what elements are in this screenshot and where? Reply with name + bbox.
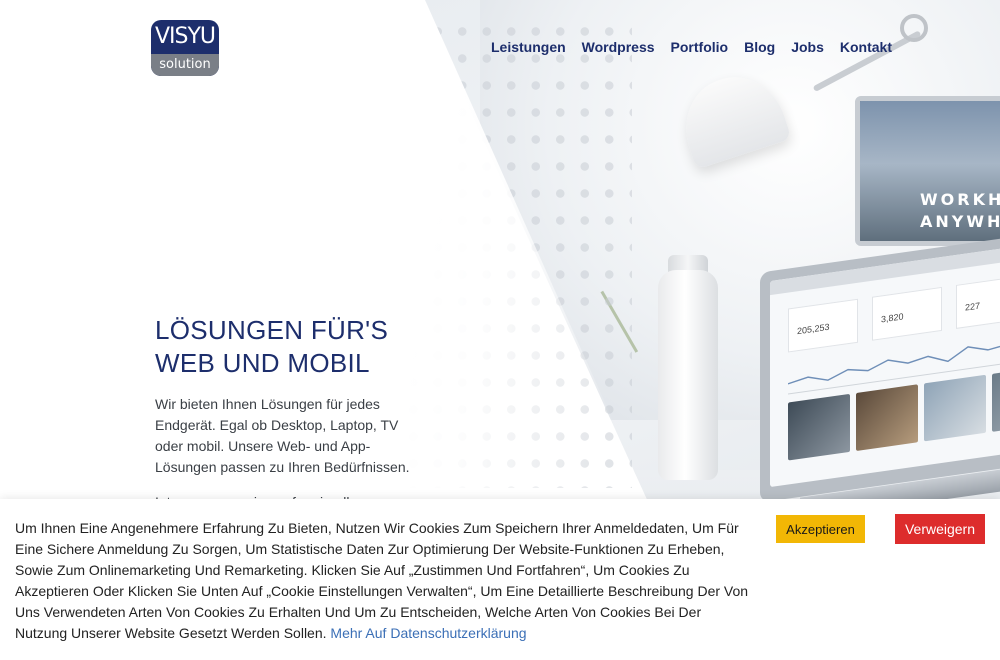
hero-paragraph: Wir bieten Ihnen Lösungen für jedes Endg… (155, 396, 410, 475)
laptop-screen: 205,253 3,820 227 (770, 238, 1000, 488)
laptop-thumbnail (788, 393, 850, 461)
laptop-stat-value: 205,253 (797, 321, 830, 337)
monitor-text-line2: ANYWH (920, 212, 1000, 231)
water-bottle (658, 270, 718, 480)
laptop-stat-card: 205,253 (788, 298, 858, 353)
laptop-thumbnail (992, 365, 1000, 432)
nav-item-wordpress[interactable]: Wordpress (582, 39, 655, 55)
nav-item-portfolio[interactable]: Portfolio (671, 39, 729, 55)
monitor-text: WORKH ANYWH (920, 189, 1000, 233)
hero-title-line1: LÖSUNGEN FÜR'S (155, 315, 389, 345)
main-nav: Leistungen Wordpress Portfolio Blog Jobs… (491, 39, 892, 55)
lamp-clip (900, 14, 928, 42)
laptop-stat-card: 3,820 (872, 286, 942, 341)
cookie-text: Um Ihnen Eine Angenehmere Erfahrung Zu B… (15, 518, 750, 644)
nav-item-kontakt[interactable]: Kontakt (840, 39, 892, 55)
nav-item-jobs[interactable]: Jobs (791, 39, 824, 55)
monitor: WORKH ANYWH (855, 96, 1000, 246)
accept-button[interactable]: Akzeptieren (776, 515, 865, 543)
nav-item-blog[interactable]: Blog (744, 39, 775, 55)
page: WORKH ANYWH 205,253 3,820 227 VISYU solu… (0, 0, 1000, 660)
logo-subtitle: solution (151, 54, 219, 76)
laptop-thumbnail (924, 374, 986, 442)
privacy-link[interactable]: Mehr Auf Datenschutzerklärung (330, 625, 526, 641)
laptop-stat-card: 227 (956, 275, 1000, 329)
hero-title: LÖSUNGEN FÜR'S WEB UND MOBIL (155, 314, 455, 380)
hero-title-line2: WEB UND MOBIL (155, 348, 370, 378)
laptop: 205,253 3,820 227 (760, 227, 1000, 503)
cookie-banner: Um Ihnen Eine Angenehmere Erfahrung Zu B… (0, 499, 1000, 660)
laptop-thumbnail (856, 384, 918, 451)
nav-item-leistungen[interactable]: Leistungen (491, 39, 566, 55)
cookie-text-body: Um Ihnen Eine Angenehmere Erfahrung Zu B… (15, 520, 749, 641)
laptop-stat-value: 227 (965, 300, 981, 313)
decline-button[interactable]: Verweigern (895, 514, 985, 544)
logo[interactable]: VISYU solution (151, 20, 219, 76)
logo-wordmark: VISYU (154, 24, 216, 49)
laptop-stat-value: 3,820 (881, 311, 904, 325)
monitor-text-line1: WORKH (920, 190, 1000, 209)
